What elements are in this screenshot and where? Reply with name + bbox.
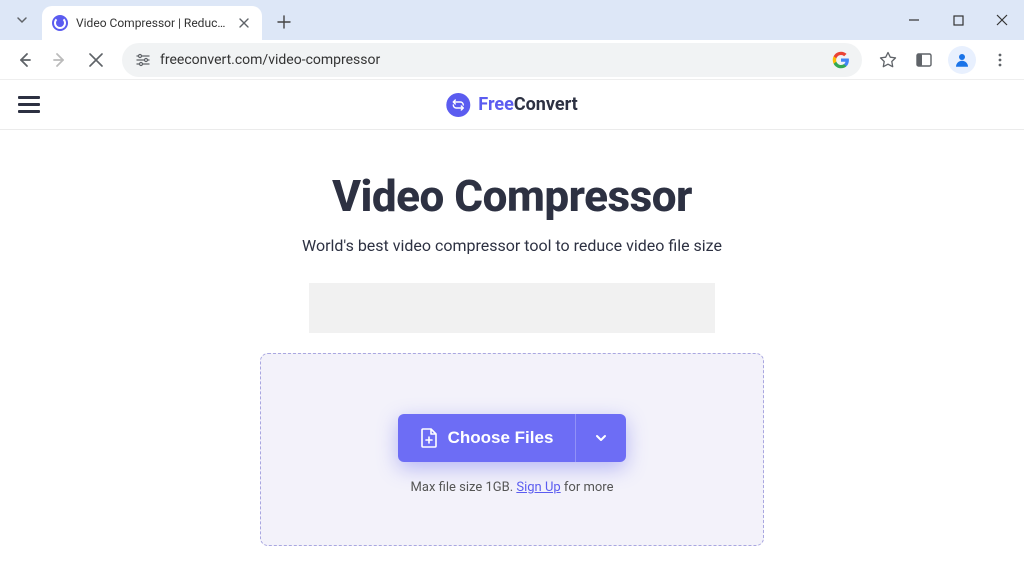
browser-toolbar: freeconvert.com/video-compressor [0, 40, 1024, 80]
window-minimize-button[interactable] [892, 0, 936, 40]
file-dropzone[interactable]: Choose Files Max file size 1GB. Sign Up … [260, 353, 764, 546]
kebab-icon [992, 52, 1008, 68]
google-icon [832, 51, 850, 69]
nav-back-button[interactable] [8, 44, 40, 76]
close-icon [996, 14, 1008, 26]
choose-files-label: Choose Files [448, 428, 554, 448]
window-maximize-button[interactable] [936, 0, 980, 40]
choose-files-button[interactable]: Choose Files [398, 414, 576, 462]
max-size-suffix: for more [561, 480, 614, 495]
side-panel-button[interactable] [908, 44, 940, 76]
hamburger-menu-button[interactable] [18, 96, 40, 113]
browser-tab-active[interactable]: Video Compressor | Reduce V [42, 6, 262, 40]
person-icon [953, 51, 971, 69]
ad-placeholder [309, 283, 715, 333]
bookmark-button[interactable] [872, 44, 904, 76]
tab-title: Video Compressor | Reduce V [76, 16, 230, 30]
nav-stop-button[interactable] [80, 44, 112, 76]
window-close-button[interactable] [980, 0, 1024, 40]
page-title: Video Compressor [0, 170, 1024, 222]
url-text: freeconvert.com/video-compressor [160, 52, 832, 68]
nav-forward-button[interactable] [44, 44, 76, 76]
browser-tab-strip: Video Compressor | Reduce V [0, 0, 1024, 40]
tab-search-dropdown[interactable] [6, 4, 38, 36]
signup-link[interactable]: Sign Up [516, 480, 560, 495]
side-panel-icon [915, 51, 933, 69]
profile-button[interactable] [948, 46, 976, 74]
new-tab-button[interactable] [270, 8, 298, 36]
site-header: FreeConvert [0, 80, 1024, 130]
browser-menu-button[interactable] [984, 44, 1016, 76]
window-controls [892, 0, 1024, 40]
hamburger-line-icon [18, 103, 40, 106]
arrow-right-icon [51, 51, 69, 69]
logo-text: FreeConvert [478, 94, 577, 115]
logo-text-convert: Convert [514, 94, 578, 115]
choose-files-dropdown-button[interactable] [575, 414, 626, 462]
hamburger-line-icon [18, 110, 40, 113]
close-icon [89, 53, 103, 67]
maximize-icon [953, 15, 964, 26]
file-add-icon [420, 428, 438, 448]
plus-icon [277, 15, 291, 29]
star-icon [879, 51, 897, 69]
hamburger-line-icon [18, 96, 40, 99]
page-subtitle: World's best video compressor tool to re… [0, 236, 1024, 255]
tune-icon [134, 51, 152, 69]
tab-close-button[interactable] [236, 15, 252, 31]
choose-files-group: Choose Files [398, 414, 627, 462]
max-size-prefix: Max file size 1GB. [411, 480, 517, 495]
address-bar[interactable]: freeconvert.com/video-compressor [122, 43, 862, 77]
site-info-button[interactable] [134, 51, 152, 69]
arrow-left-icon [15, 51, 33, 69]
max-size-note: Max file size 1GB. Sign Up for more [281, 480, 743, 495]
site-logo[interactable]: FreeConvert [446, 93, 577, 117]
tab-favicon-icon [52, 15, 68, 31]
convert-icon [451, 98, 465, 112]
main-content: Video Compressor World's best video comp… [0, 130, 1024, 546]
close-icon [239, 18, 249, 28]
minimize-icon [908, 14, 920, 26]
chevron-down-icon [16, 14, 28, 26]
logo-text-free: Free [478, 94, 514, 115]
logo-icon [446, 93, 470, 117]
chevron-down-icon [594, 431, 608, 445]
